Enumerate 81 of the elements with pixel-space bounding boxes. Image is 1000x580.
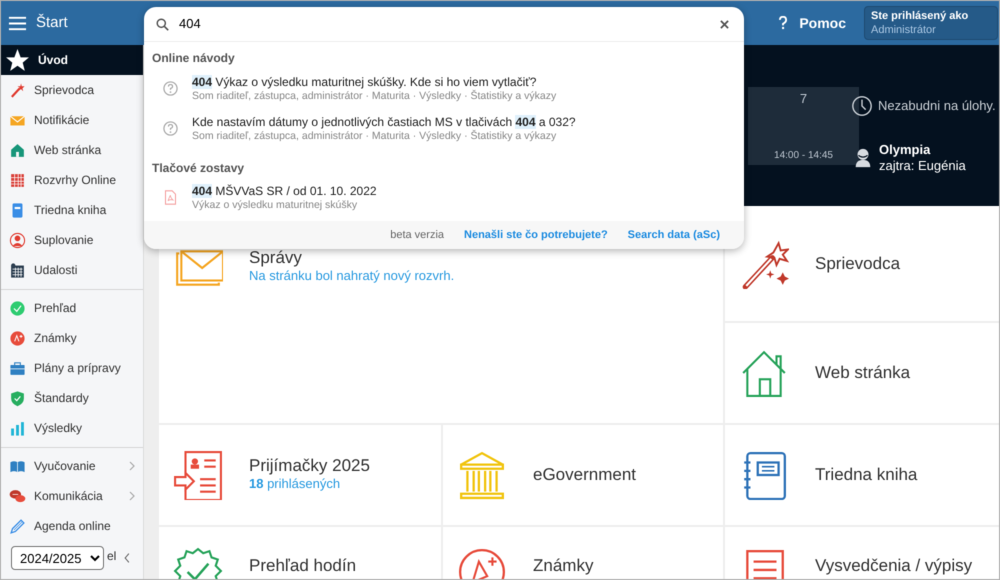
star-icon: [5, 48, 30, 72]
tile-title: Správy: [249, 249, 303, 267]
sidebar-item[interactable]: Prehľad: [1, 293, 143, 323]
dashboard-tile[interactable]: Web stránka: [725, 323, 999, 423]
result-title: 404 MŠVVaS SR / od 01. 10. 2022: [192, 184, 377, 198]
timetable-icon: [9, 172, 26, 188]
sidebar-item[interactable]: Suplovanie: [1, 225, 143, 255]
result-meta: Som riaditeľ, zástupca, administrátor · Maturita · Výsledky · Štatistiky a výkazy: [192, 89, 556, 103]
chevron-left-icon: [122, 553, 132, 563]
dashboard-tile[interactable]: eGovernment: [443, 425, 723, 525]
sidebar-item[interactable]: Triedna kniha: [1, 195, 143, 225]
sidebar-item[interactable]: Úvod: [1, 45, 143, 75]
sidebar-item[interactable]: Sprievodca: [1, 75, 143, 105]
sidebar-item[interactable]: Agenda online: [1, 511, 143, 541]
section-heading: Tlačové zostavy: [151, 160, 246, 177]
question-circle-icon: [163, 81, 178, 96]
period-time: 14:00 - 14:45: [774, 149, 833, 163]
wand-icon: [9, 82, 26, 98]
tile-title: Známky: [533, 557, 594, 575]
tile-title: Sprievodca: [815, 254, 900, 272]
check-circle-icon: [9, 300, 26, 316]
dashboard-tile[interactable]: Triedna kniha: [725, 425, 999, 525]
tile-subtitle: 18 prihlásených: [249, 475, 342, 493]
result-title: Kde nastavím dátumy o jednotlivých častiach MS v tlačivách 404 a 032?: [192, 115, 576, 129]
sidebar-item[interactable]: Komunikácia: [1, 481, 143, 511]
sidebar-item[interactable]: Známky: [1, 323, 143, 353]
search-result[interactable]: Kde nastavím dátumy o jednotlivých častiach MS v tlačivách 404 a 032? Som riaditeľ, zástupca, administrátor · Maturita · Výsledky · Štatistiky a výkazy: [144, 112, 744, 146]
nameday-tomorrow: zajtra: Eugénia: [879, 158, 966, 174]
person-icon: [9, 232, 26, 248]
user-menu[interactable]: Ste prihlásený ako Administrátor: [864, 6, 998, 40]
tile-title: Triedna kniha: [815, 466, 918, 484]
sidebar-item[interactable]: Udalosti: [1, 255, 143, 285]
help-button[interactable]: Pomoc: [776, 12, 846, 34]
beta-note: beta verzia: [390, 228, 444, 243]
search-icon: [156, 18, 169, 30]
building-icon: [457, 450, 507, 500]
close-button[interactable]: [718, 18, 730, 30]
pen-icon: [9, 518, 26, 534]
sidebar-item-label: el: [107, 548, 116, 565]
tile-title: Prehľad hodín: [249, 557, 356, 575]
result-title: 404 Výkaz o výsledku maturitnej skúšky. Kde si ho viem vytlačiť?: [192, 75, 538, 89]
reminder-text: Nezabudni na úlohy.: [878, 97, 996, 116]
clock-icon: [851, 95, 873, 117]
person-icon: [853, 148, 873, 168]
sidebar-item[interactable]: Štandardy: [1, 383, 143, 413]
pdf-file-icon: [163, 190, 178, 205]
dashboard-tile[interactable]: Vysvedčenia / výpisy: [725, 527, 999, 579]
dashboard-tile[interactable]: Prijímačky 2025 18 prihlásených: [159, 425, 441, 525]
search-field[interactable]: 404: [179, 14, 708, 34]
dashboard-tile[interactable]: Prehľad hodín: [159, 527, 441, 579]
menu-button[interactable]: Štart: [1, 1, 144, 45]
tile-title: Vysvedčenia / výpisy: [815, 557, 972, 575]
house-icon: [9, 142, 26, 158]
sidebar-item[interactable]: Vyučovanie: [1, 451, 143, 481]
tile-title: Web stránka: [815, 364, 910, 382]
close-icon: [720, 20, 728, 28]
sidebar-item[interactable]: Plány a prípravy: [1, 353, 143, 383]
nameday-today: Olympia: [879, 142, 932, 158]
year-select[interactable]: 2024/2025: [11, 546, 104, 570]
bar-chart-icon: [9, 420, 26, 436]
search-result[interactable]: 404 Výkaz o výsledku maturitnej skúšky. Kde si ho viem vytlačiť? Som riaditeľ, zástupca, administrátor · Maturita · Výsledky · Štatistiky a výkazy: [144, 72, 744, 106]
sidebar-item[interactable]: Výsledky: [1, 413, 143, 443]
sidebar-item[interactable]: Web stránka: [1, 135, 143, 165]
briefcase-icon: [9, 360, 26, 376]
application-form-icon: [173, 450, 223, 500]
tile-title: Prijímačky 2025: [249, 457, 370, 475]
dashboard-tile[interactable]: Známky: [443, 527, 723, 579]
sidebar-item[interactable]: Notifikácie: [1, 105, 143, 135]
result-meta: Som riaditeľ, zástupca, administrátor · Maturita · Výsledky · Štatistiky a výkazy: [192, 129, 558, 143]
chat-icon: [9, 488, 26, 504]
grade-circle-icon: [9, 330, 26, 346]
question-circle-icon: [163, 121, 178, 136]
calendar-icon: [9, 262, 26, 278]
sidebar-item[interactable]: Rozvrhy Online: [1, 165, 143, 195]
tile-title: eGovernment: [533, 466, 636, 484]
tile-subtitle: Na stránku bol nahratý nový rozvrh.: [249, 267, 454, 285]
dashboard-tile[interactable]: Sprievodca: [725, 206, 999, 321]
period-number: 7: [800, 90, 808, 108]
shield-icon: [9, 390, 26, 406]
timetable-cell[interactable]: 7 14:00 - 14:45: [748, 87, 859, 165]
section-heading: Online návody: [151, 50, 236, 67]
